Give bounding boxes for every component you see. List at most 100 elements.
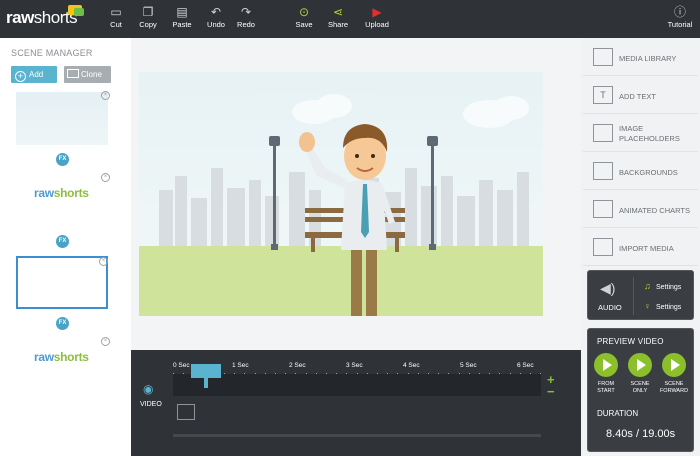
scene-forward-label: SCENE FORWARD xyxy=(659,381,689,394)
scene-thumbnail[interactable]: × rawshorts xyxy=(16,173,110,227)
play-scene-forward-icon[interactable] xyxy=(662,353,686,377)
scene-thumbnail-selected[interactable]: × xyxy=(16,256,108,309)
scene-only-label: SCENE ONLY xyxy=(630,381,650,394)
thumbnail-logo-accent: shorts xyxy=(53,350,89,364)
redo-button[interactable]: ↷ Redo xyxy=(226,5,266,35)
zoom-out-button[interactable]: − xyxy=(547,384,555,399)
audio-panel: ◀) AUDIO ♫ Settings ♀ Settings xyxy=(587,270,694,320)
play-scene-only-icon[interactable] xyxy=(628,353,652,377)
backgrounds-icon xyxy=(593,162,613,180)
timeline-ruler: 0 Sec 1 Sec 2 Sec 3 Sec 4 Sec 5 Sec 6 Se… xyxy=(173,362,542,377)
playhead-handle[interactable] xyxy=(191,364,221,378)
upload-label: Upload xyxy=(365,20,389,29)
import-media-label: IMPORT MEDIA xyxy=(619,244,674,253)
brand-logo[interactable]: rawshorts xyxy=(6,8,78,28)
tick-label: 5 Sec xyxy=(460,362,477,369)
microphone-icon: ♀ xyxy=(644,301,651,311)
rawshorts-editor: rawshorts ▭ Cut ❐ Copy ▤ Paste ↶ Undo ↷ … xyxy=(0,0,700,456)
video-track-label: VIDEO xyxy=(140,401,162,408)
speaker-icon[interactable]: ◀) xyxy=(600,280,620,298)
thumbnail-logo: rawshorts xyxy=(34,350,89,364)
upload-button[interactable]: ▶ Upload xyxy=(357,5,397,35)
add-scene-label: Add xyxy=(29,70,44,79)
tick-label: 1 Sec xyxy=(232,362,249,369)
duration-title: DURATION xyxy=(597,409,639,418)
tick-label: 3 Sec xyxy=(346,362,363,369)
scene-canvas[interactable] xyxy=(139,72,543,316)
playhead-stem[interactable] xyxy=(204,378,208,388)
voice-settings-label: Settings xyxy=(656,304,682,311)
redo-label: Redo xyxy=(237,20,255,29)
animated-charts-button[interactable]: ANIMATED CHARTS xyxy=(583,192,698,228)
preview-panel: PREVIEW VIDEO FROM START SCENE ONLY SCEN… xyxy=(587,328,694,452)
animated-charts-label: ANIMATED CHARTS xyxy=(619,206,690,215)
music-settings-button[interactable]: ♫ Settings xyxy=(644,281,681,291)
film-strip-icon xyxy=(177,404,195,420)
add-text-button[interactable]: T ADD TEXT xyxy=(583,78,698,114)
stage-area xyxy=(131,38,581,350)
tick-label: 2 Sec xyxy=(289,362,306,369)
scene-thumbnail[interactable]: × xyxy=(16,91,110,145)
top-toolbar: rawshorts ▭ Cut ❐ Copy ▤ Paste ↶ Undo ↷ … xyxy=(0,0,700,38)
thumbnail-logo-accent: shorts xyxy=(53,186,89,200)
audio-divider xyxy=(633,277,634,315)
scene-illustration xyxy=(139,94,543,316)
scene-close-icon[interactable]: × xyxy=(101,173,110,182)
backgrounds-button[interactable]: BACKGROUNDS xyxy=(583,154,698,190)
backgrounds-label: BACKGROUNDS xyxy=(619,168,678,177)
duration-value: 8.40s / 19.00s xyxy=(606,428,676,440)
scene-close-icon[interactable]: × xyxy=(101,337,110,346)
scene-thumbnail[interactable]: × rawshorts xyxy=(16,337,110,391)
fx-transition-button[interactable]: FX xyxy=(56,317,69,330)
timeline-panel: 0 Sec 1 Sec 2 Sec 3 Sec 4 Sec 5 Sec 6 Se… xyxy=(131,350,581,456)
media-sidebar: MEDIA LIBRARY T ADD TEXT IMAGE PLACEHOLD… xyxy=(581,38,700,456)
tick-label: 4 Sec xyxy=(403,362,420,369)
clone-scene-button[interactable]: Clone xyxy=(64,66,111,83)
play-from-start-icon[interactable] xyxy=(594,353,618,377)
share-label: Share xyxy=(327,20,348,29)
from-start-label: FROM START xyxy=(597,381,615,394)
preview-title: PREVIEW VIDEO xyxy=(597,337,664,346)
thumbnail-logo-main: raw xyxy=(34,350,54,364)
image-icon xyxy=(593,124,613,142)
logo-badge-icon xyxy=(68,5,84,16)
clone-icon xyxy=(67,69,79,78)
image-placeholders-button[interactable]: IMAGE PLACEHOLDERS xyxy=(583,116,698,152)
tick-label: 6 Sec xyxy=(517,362,534,369)
youtube-icon: ▶ xyxy=(372,5,382,19)
scene-close-icon[interactable]: × xyxy=(99,257,108,266)
chart-icon xyxy=(593,200,613,218)
music-note-icon: ♫ xyxy=(644,281,651,291)
redo-icon: ↷ xyxy=(240,5,252,19)
fx-transition-button[interactable]: FX xyxy=(56,235,69,248)
fx-transition-button[interactable]: FX xyxy=(56,153,69,166)
help-icon: ⓘ xyxy=(673,5,686,19)
music-settings-label: Settings xyxy=(656,284,682,291)
video-track[interactable] xyxy=(173,374,541,396)
brand-logo-main: raw xyxy=(6,8,34,27)
add-text-label: ADD TEXT xyxy=(619,92,656,101)
clone-scene-label: Clone xyxy=(81,70,102,79)
tutorial-label: Tutorial xyxy=(667,20,693,29)
share-button[interactable]: ⋖ Share xyxy=(318,5,358,35)
tick-label: 0 Sec xyxy=(173,362,190,369)
import-icon xyxy=(593,238,613,256)
media-library-icon xyxy=(593,48,613,66)
scene-manager-title: SCENE MANAGER xyxy=(11,48,93,58)
voice-settings-button[interactable]: ♀ Settings xyxy=(644,301,681,311)
timeline-scrollbar[interactable] xyxy=(173,434,541,437)
scene-manager-panel: SCENE MANAGER + Add Clone × FX × rawshort… xyxy=(0,38,131,456)
image-placeholders-label: IMAGE PLACEHOLDERS xyxy=(619,124,680,143)
media-library-label: MEDIA LIBRARY xyxy=(619,54,677,63)
plus-icon: + xyxy=(15,71,26,82)
thumbnail-logo: rawshorts xyxy=(34,186,89,200)
scene-close-icon[interactable]: × xyxy=(101,91,110,100)
thumbnail-logo-main: raw xyxy=(34,186,54,200)
text-icon: T xyxy=(593,86,613,104)
eye-icon[interactable]: ◉ xyxy=(143,382,153,396)
add-scene-button[interactable]: + Add xyxy=(11,66,57,83)
import-media-button[interactable]: IMPORT MEDIA xyxy=(583,230,698,266)
audio-label: AUDIO xyxy=(598,303,622,312)
tutorial-button[interactable]: ⓘ Tutorial xyxy=(660,5,700,35)
media-library-button[interactable]: MEDIA LIBRARY xyxy=(583,40,698,76)
